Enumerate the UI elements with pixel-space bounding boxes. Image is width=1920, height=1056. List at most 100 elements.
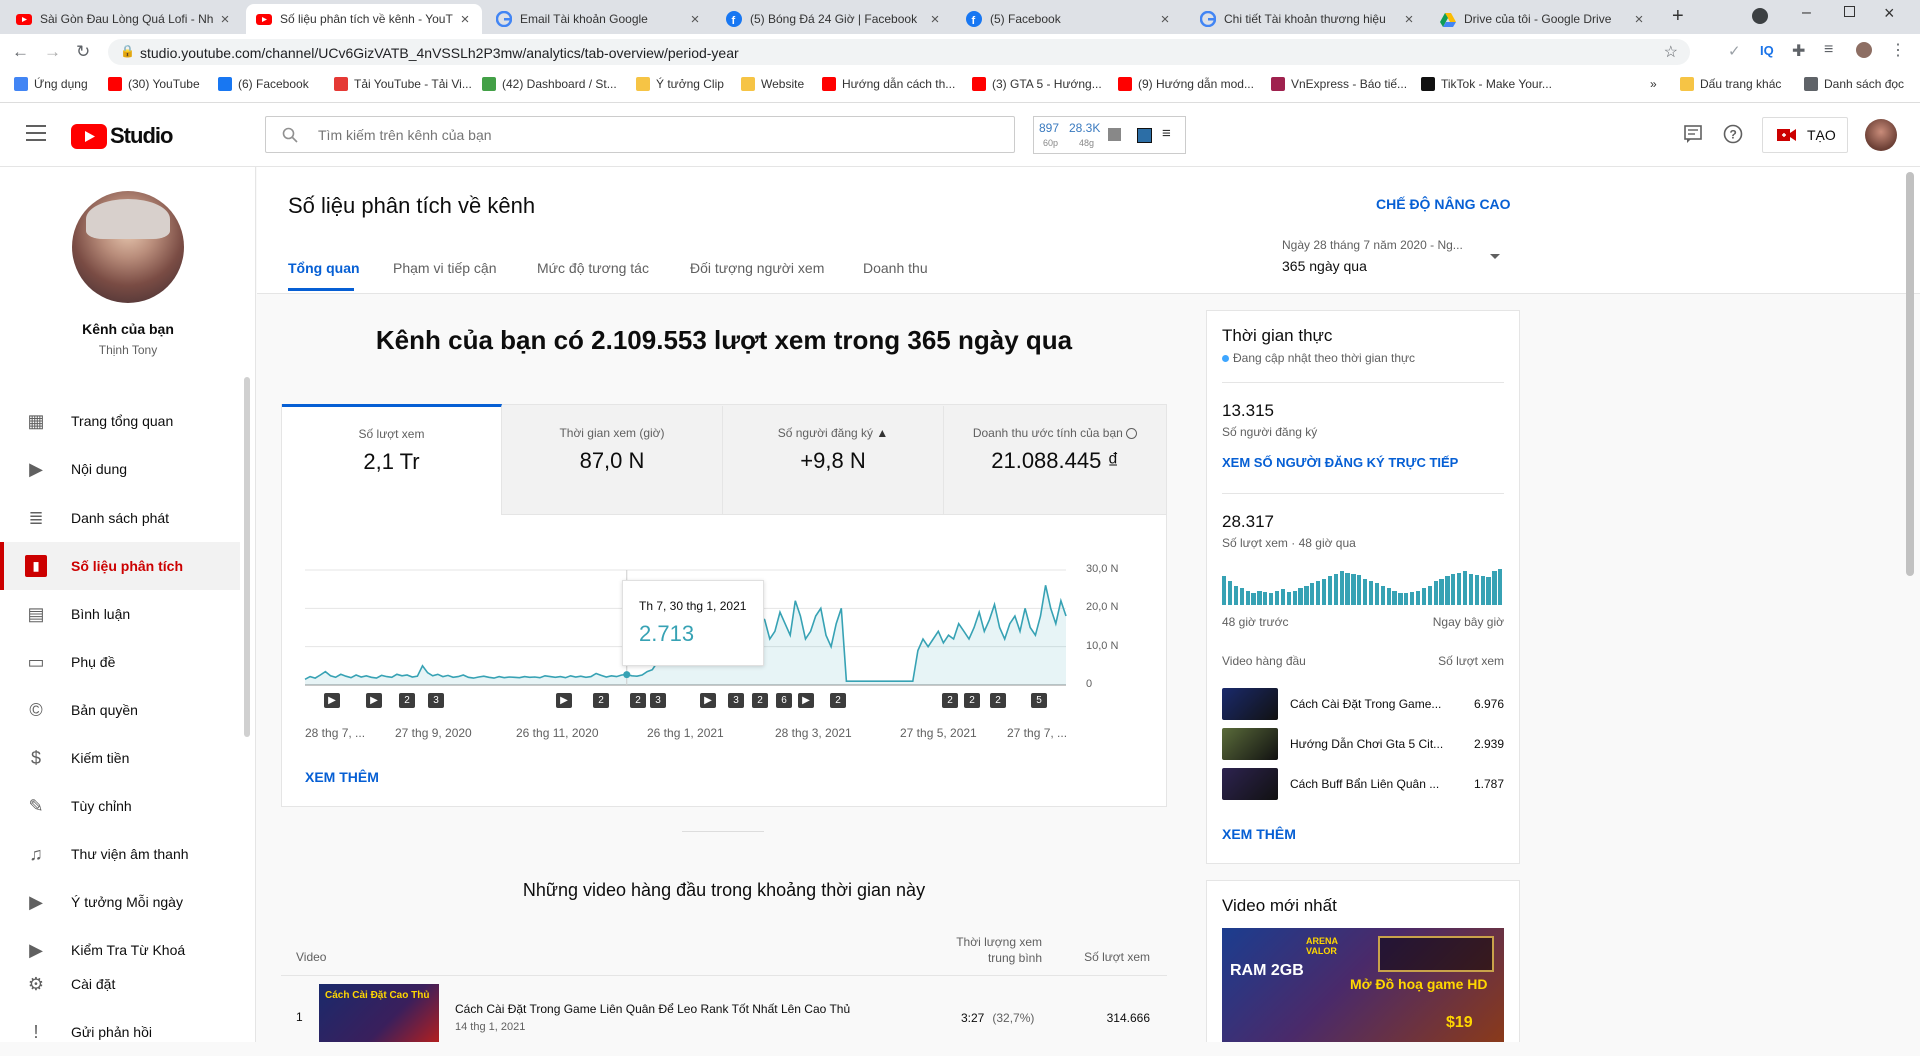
close-icon[interactable]: × [1158, 11, 1172, 28]
browser-tab-5[interactable]: f (5) Facebook × [956, 4, 1182, 34]
bookmark-item[interactable]: TikTok - Make Your... [1421, 77, 1552, 91]
sidebar-item-dollar[interactable]: $ Kiếm tiền [0, 734, 240, 782]
event-marker[interactable]: 2 [399, 693, 415, 708]
realtime-see-more[interactable]: XEM THÊM [1222, 826, 1296, 842]
sidebar-item-feedback[interactable]: ! Gửi phản hồi [0, 1008, 240, 1056]
tab-engagement[interactable]: Mức độ tương tác [537, 260, 649, 276]
event-marker[interactable]: ▶ [366, 693, 382, 708]
search-input[interactable] [318, 123, 998, 147]
close-icon[interactable]: × [218, 11, 232, 28]
address-bar[interactable]: 🔒 studio.youtube.com/channel/UCv6GizVATB… [108, 39, 1690, 65]
sidebar-item-subtitles[interactable]: ▭ Phụ đề [0, 638, 240, 686]
tab-reach[interactable]: Phạm vi tiếp cận [393, 260, 497, 276]
extensions-icon[interactable]: ✚ [1792, 41, 1805, 61]
browser-tab-4[interactable]: f (5) Bóng Đá 24 Giờ | Facebook × [716, 4, 952, 34]
advanced-mode-link[interactable]: CHẾ ĐỘ NÂNG CAO [1376, 196, 1511, 212]
bookmark-item[interactable]: Danh sách đọc [1804, 77, 1904, 91]
star-icon[interactable]: ☆ [1664, 42, 1678, 62]
sidebar-item-copyright[interactable]: © Bản quyền [0, 686, 240, 734]
new-tab-icon[interactable]: + [1672, 5, 1684, 28]
media-control-icon[interactable]: ≡ [1824, 41, 1833, 59]
event-marker[interactable]: 3 [428, 693, 444, 708]
metric-views[interactable]: Số lượt xem 2,1 Tr [282, 404, 502, 515]
window-close-icon[interactable]: × [1884, 3, 1895, 24]
bookmark-item[interactable]: (6) Facebook [218, 77, 309, 91]
bookmark-item[interactable]: (30) YouTube [108, 77, 200, 91]
ext-play-icon[interactable] [1137, 128, 1152, 143]
bookmark-item[interactable]: » [1650, 77, 1657, 91]
browser-menu-icon[interactable]: ⋮ [1890, 40, 1906, 60]
event-marker[interactable]: 5 [1031, 693, 1047, 708]
profile-menu-icon[interactable] [1752, 8, 1768, 24]
close-icon[interactable]: × [688, 11, 702, 28]
event-marker[interactable]: 2 [752, 693, 768, 708]
iq-extension-icon[interactable]: IQ [1760, 43, 1774, 58]
event-marker[interactable]: ▶ [556, 693, 572, 708]
bookmark-item[interactable]: (42) Dashboard / St... [482, 77, 617, 91]
close-icon[interactable]: × [1632, 11, 1646, 28]
close-icon[interactable]: × [928, 11, 942, 28]
help-icon[interactable]: ? [1723, 124, 1743, 144]
tab-revenue[interactable]: Doanh thu [863, 260, 928, 276]
browser-tab-7[interactable]: Drive của tôi - Google Drive × [1430, 4, 1656, 34]
sidebar-item-gear[interactable]: ⚙ Cài đặt [0, 960, 240, 1008]
event-marker[interactable]: 2 [964, 693, 980, 708]
see-more-link[interactable]: XEM THÊM [305, 769, 379, 785]
sidebar-item-audio-library[interactable]: ♫ Thư viện âm thanh [0, 830, 240, 878]
reload-icon[interactable]: ↻ [76, 42, 90, 62]
bookmark-item[interactable]: Website [741, 77, 804, 91]
browser-tab-1[interactable]: Sài Gòn Đau Lòng Quá Lofi - Nh × [6, 4, 242, 34]
check-icon[interactable]: ✓ [1728, 42, 1741, 60]
latest-video-thumbnail[interactable]: RAM 2GB ARENA VALOR Mở Đồ hoạ game HD $1… [1222, 928, 1504, 1042]
close-icon[interactable]: × [1402, 11, 1416, 28]
sidebar-item-content[interactable]: ▶ Nội dung [0, 445, 240, 493]
minimize-icon[interactable]: – [1802, 4, 1811, 22]
account-avatar[interactable] [1865, 119, 1897, 151]
page-scrollbar[interactable] [1906, 172, 1914, 576]
video-thumbnail[interactable] [1222, 688, 1278, 720]
browser-tab-6[interactable]: Chi tiết Tài khoản thương hiệu × [1190, 4, 1426, 34]
bookmark-item[interactable]: Tải YouTube - Tải Vi... [334, 77, 472, 91]
event-marker[interactable]: 2 [830, 693, 846, 708]
event-marker[interactable]: 2 [593, 693, 609, 708]
event-marker[interactable]: 2 [630, 693, 646, 708]
video-thumbnail[interactable] [1222, 728, 1278, 760]
event-marker[interactable]: ▶ [324, 693, 340, 708]
bookmark-item[interactable]: (9) Hướng dẫn mod... [1118, 77, 1254, 91]
video-thumbnail[interactable]: Cách Cài Đặt Cao Thủ [319, 984, 439, 1042]
sidebar-item-wand[interactable]: ✎ Tùy chỉnh [0, 782, 240, 830]
event-marker[interactable]: 6 [776, 693, 792, 708]
bookmark-item[interactable]: Ý tưởng Clip [636, 77, 724, 91]
date-range-picker[interactable]: Ngày 28 tháng 7 năm 2020 - Ng... 365 ngà… [1282, 238, 1504, 282]
realtime-video-row[interactable]: Cách Cài Đặt Trong Game... 6.976 [1222, 686, 1504, 722]
restore-icon[interactable] [1844, 6, 1855, 17]
realtime-video-row[interactable]: Cách Buff Bẩn Liên Quân ... 1.787 [1222, 766, 1504, 802]
bookmark-item[interactable]: (3) GTA 5 - Hướng... [972, 77, 1102, 91]
search-box[interactable] [265, 116, 1015, 153]
col-avg-duration[interactable]: Thời lượng xem trung bình [944, 934, 1042, 966]
event-marker[interactable]: 2 [990, 693, 1006, 708]
forward-icon[interactable]: → [44, 42, 61, 62]
table-row[interactable]: 1 Cách Cài Đặt Cao Thủ Cách Cài Đặt Tron… [281, 976, 1167, 1042]
event-marker[interactable]: ▶ [798, 693, 814, 708]
bookmark-item[interactable]: Hướng dẫn cách th... [822, 77, 955, 91]
ext-chart-icon[interactable] [1108, 128, 1121, 141]
metric-watch-time[interactable]: Thời gian xem (giờ) 87,0 N [502, 406, 723, 514]
ext-menu-icon[interactable]: ≡ [1162, 125, 1171, 142]
messages-icon[interactable] [1683, 124, 1703, 144]
col-views[interactable]: Số lượt xem [1070, 950, 1150, 964]
bookmark-item[interactable]: VnExpress - Báo tiế... [1271, 77, 1407, 91]
tab-audience[interactable]: Đối tượng người xem [690, 260, 824, 276]
video-title[interactable]: Cách Cài Đặt Trong Game Liên Quân Để Leo… [455, 1002, 850, 1016]
studio-logo[interactable]: Studio [71, 123, 173, 149]
live-subs-link[interactable]: XEM SỐ NGƯỜI ĐĂNG KÝ TRỰC TIẾP [1222, 455, 1458, 470]
event-marker[interactable]: 2 [942, 693, 958, 708]
realtime-video-row[interactable]: Hướng Dẫn Chơi Gta 5 Cit... 2.939 [1222, 726, 1504, 762]
event-marker[interactable]: 3 [650, 693, 666, 708]
back-icon[interactable]: ← [12, 42, 29, 62]
sidebar-scrollbar[interactable] [244, 377, 250, 737]
metric-revenue[interactable]: Doanh thu ước tính của bạn 21.088.445 ₫ [944, 406, 1166, 514]
tab-overview[interactable]: Tổng quan [288, 260, 360, 276]
sidebar-item-analytics[interactable]: ▮ Số liệu phân tích [0, 542, 240, 590]
stats-extension-widget[interactable]: 897 60p 28.3K 48g ≡ [1033, 116, 1186, 154]
